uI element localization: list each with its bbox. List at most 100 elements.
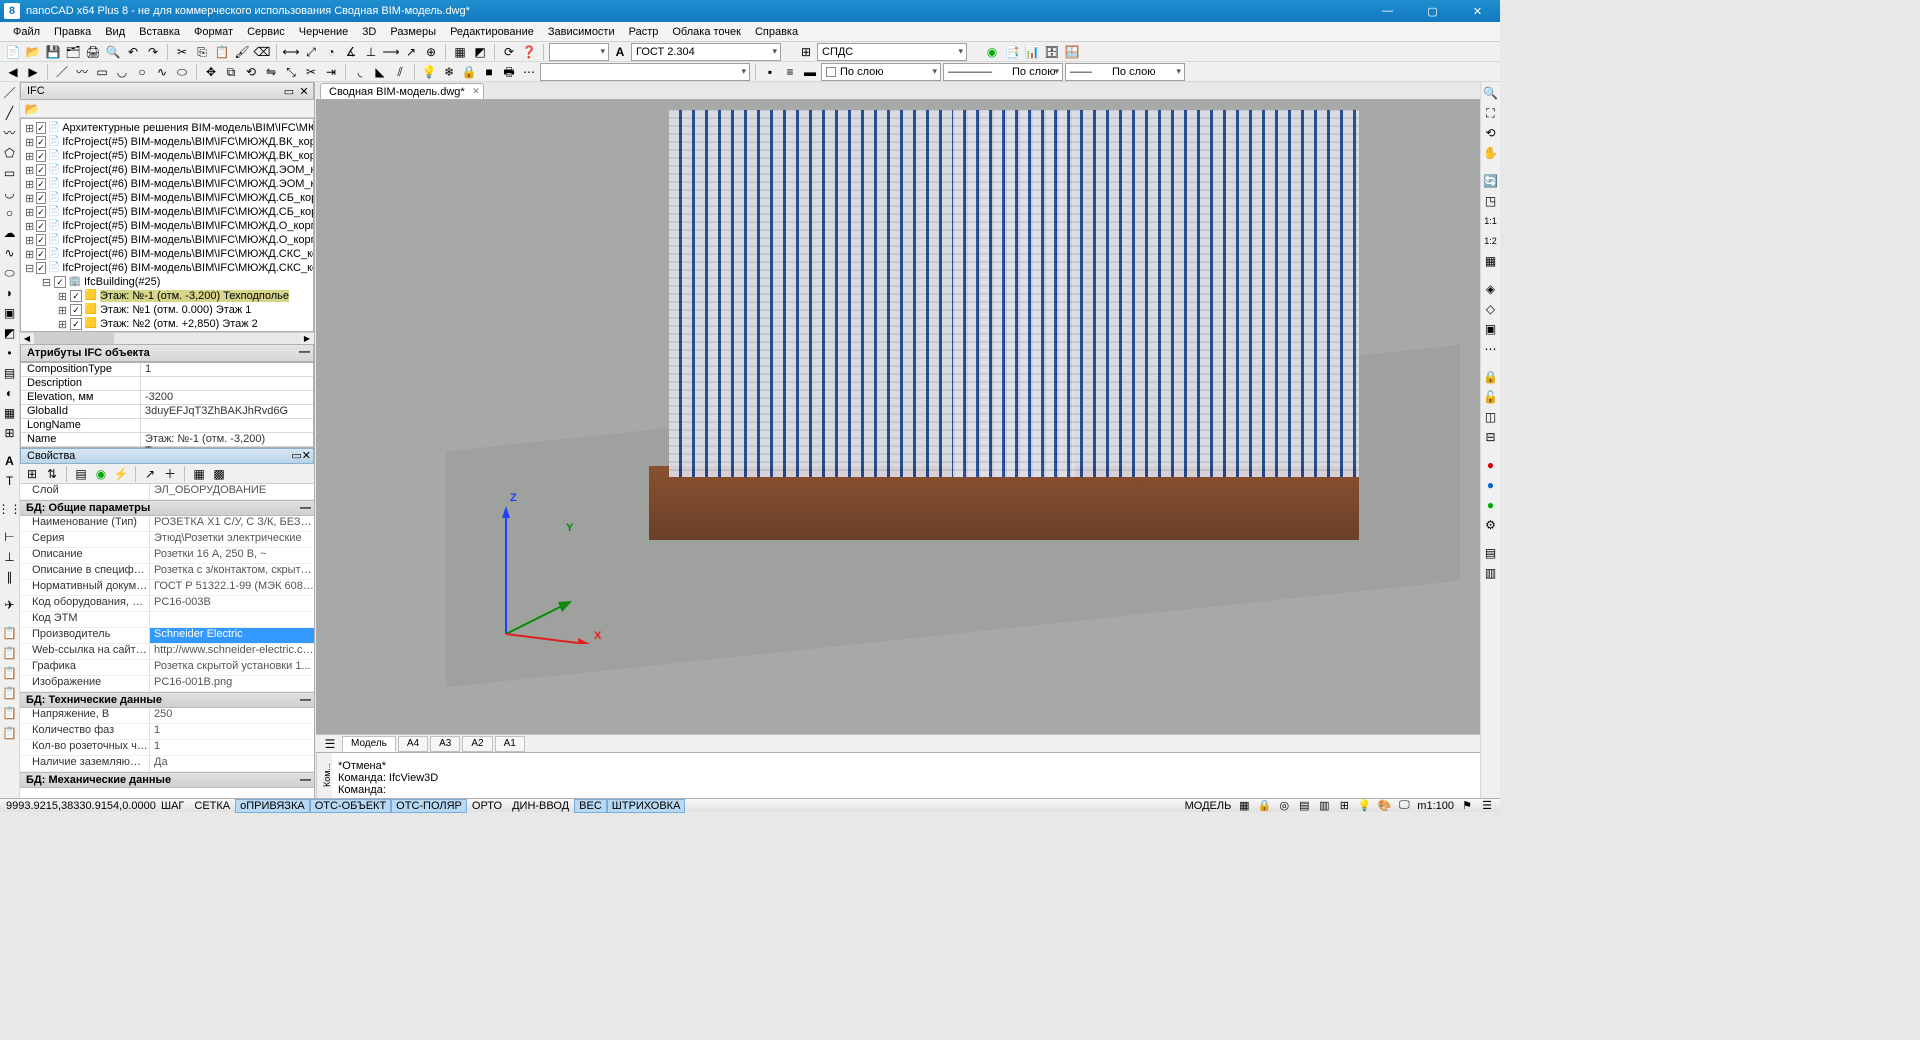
expander-icon[interactable]: ⊟: [25, 262, 34, 275]
status-misc1-icon[interactable]: ▤: [1297, 799, 1311, 813]
block-insert-icon[interactable]: ▦: [451, 43, 469, 61]
circle-icon[interactable]: ○: [133, 63, 151, 81]
tool-pline-icon[interactable]: 〰: [1, 124, 19, 142]
prop-value[interactable]: Schneider Electric: [150, 628, 314, 643]
checkbox[interactable]: ✓: [36, 220, 46, 232]
attr-value[interactable]: 1: [141, 363, 313, 376]
fillet-icon[interactable]: ◟: [351, 63, 369, 81]
menu-3d[interactable]: 3D: [355, 22, 383, 41]
polyline-icon[interactable]: 〰: [73, 63, 91, 81]
status-toggle[interactable]: СЕТКА: [189, 799, 235, 813]
tool-arc-icon[interactable]: ◡: [1, 184, 19, 202]
expander-icon[interactable]: ⊞: [25, 206, 34, 219]
expander-icon[interactable]: ⊟: [41, 276, 52, 289]
tree-scrollbar[interactable]: ◀ ▶: [20, 332, 314, 344]
tree-row[interactable]: ⊞✓📄IfcProject(#5) BIM-модель\BIM\IFC\МЮЖ…: [23, 219, 311, 233]
tool-spline-icon[interactable]: ∿: [1, 244, 19, 262]
prop-value[interactable]: [150, 612, 314, 627]
prop-value[interactable]: Этюд\Розетки электрические: [150, 532, 314, 547]
copy-icon[interactable]: ⎘: [193, 43, 211, 61]
pin-icon[interactable]: ▭: [291, 449, 301, 462]
lineweight-combo[interactable]: ——По слою: [1065, 63, 1185, 81]
status-lock-icon[interactable]: 🔒: [1257, 799, 1271, 813]
spds-icon[interactable]: ⊞: [797, 43, 815, 61]
menu-сервис[interactable]: Сервис: [240, 22, 292, 41]
view-top-icon[interactable]: ◳: [1482, 192, 1500, 210]
expander-icon[interactable]: ⊞: [25, 164, 34, 177]
prop-value[interactable]: Розетка скрытой установки 1...: [150, 660, 314, 675]
view-iso1-icon[interactable]: ◈: [1482, 280, 1500, 298]
status-toggle[interactable]: оПРИВЯЗКА: [235, 799, 310, 813]
view-11-icon[interactable]: 1:1: [1482, 212, 1500, 230]
print-icon[interactable]: 🖨: [84, 43, 102, 61]
prop-value[interactable]: РОЗЕТКА Х1 С/У, С З/К, БЕЗ Ш...: [150, 516, 314, 531]
close-icon[interactable]: ✕: [297, 84, 311, 98]
misc2-icon[interactable]: ▥: [1482, 564, 1500, 582]
close-tab-icon[interactable]: ✕: [472, 86, 480, 97]
new-icon[interactable]: 📄: [4, 43, 22, 61]
rotate-icon[interactable]: ⟲: [242, 63, 260, 81]
scroll-thumb[interactable]: [34, 333, 114, 344]
leader-icon[interactable]: ↗: [402, 43, 420, 61]
expander-icon[interactable]: ⊞: [25, 122, 34, 135]
render-blue-icon[interactable]: ●: [1482, 476, 1500, 494]
expander-icon[interactable]: ⊞: [25, 248, 34, 261]
command-history[interactable]: *Отмена* Команда: IfcView3D Команда:: [332, 753, 1480, 798]
tool-block-icon[interactable]: ◩: [1, 324, 19, 342]
status-toggle[interactable]: ДИН-ВВОД: [507, 799, 574, 813]
menu-облака точек[interactable]: Облака точек: [665, 22, 748, 41]
linetype-icon[interactable]: ≡: [781, 63, 799, 81]
checkbox[interactable]: ✓: [70, 304, 82, 316]
color-combo[interactable]: По слою: [821, 63, 941, 81]
grip-icon[interactable]: ⋮⋮: [1, 500, 19, 518]
checkbox[interactable]: ✓: [36, 234, 46, 246]
checkbox[interactable]: ✓: [36, 262, 46, 274]
zoom-extents-icon[interactable]: ⛶: [1482, 104, 1500, 122]
text-style-combo[interactable]: ГОСТ 2.304: [631, 43, 781, 61]
checkbox[interactable]: ✓: [54, 276, 66, 288]
nav-fwd-icon[interactable]: ▶: [24, 63, 42, 81]
menu-зависимости[interactable]: Зависимости: [541, 22, 622, 41]
layer-combo[interactable]: [540, 63, 750, 81]
dim-linear-icon[interactable]: ⟷: [282, 43, 300, 61]
ellipse-icon[interactable]: ⬭: [173, 63, 191, 81]
document-tab[interactable]: Сводная BIM-модель.dwg* ✕: [320, 83, 484, 99]
tree-row[interactable]: ⊞✓📄IfcProject(#5) BIM-модель\BIM\IFC\МЮЖ…: [23, 149, 311, 163]
section2-icon[interactable]: ⊟: [1482, 428, 1500, 446]
menu-справка[interactable]: Справка: [748, 22, 805, 41]
dim-ordinate-icon[interactable]: ⊥: [362, 43, 380, 61]
offset-icon[interactable]: ⫽: [391, 63, 409, 81]
redo-icon[interactable]: ↷: [144, 43, 162, 61]
render-opt-icon[interactable]: ⚙: [1482, 516, 1500, 534]
match-icon[interactable]: 🖌: [233, 43, 251, 61]
prop-value[interactable]: Розетка с з/контактом, скрыта...: [150, 564, 314, 579]
cut-icon[interactable]: ✂: [173, 43, 191, 61]
tree-row[interactable]: ⊞✓🟨Этаж: №-1 (отм. -3,200) Техподполье: [23, 289, 311, 303]
tool-region-icon[interactable]: ▦: [1, 404, 19, 422]
linetype-combo[interactable]: ————По слою: [943, 63, 1063, 81]
chamfer-icon[interactable]: ◣: [371, 63, 389, 81]
clip1-icon[interactable]: 📋: [1, 624, 19, 642]
view-tab[interactable]: А2: [462, 736, 492, 752]
maximize-button[interactable]: ▢: [1410, 0, 1455, 22]
dim-angular-icon[interactable]: ∡: [342, 43, 360, 61]
tabs-menu-icon[interactable]: ☰: [320, 735, 340, 753]
prop-group-header[interactable]: БД: Механические данные—: [20, 772, 314, 788]
checkbox[interactable]: ✓: [70, 290, 82, 302]
status-toggle[interactable]: ОТС-ОБЪЕКТ: [310, 799, 391, 813]
tool-gradient-icon[interactable]: ◐: [1, 384, 19, 402]
view-iso3-icon[interactable]: ▣: [1482, 320, 1500, 338]
scale-icon[interactable]: ⤡: [282, 63, 300, 81]
pan-icon[interactable]: ✋: [1482, 144, 1500, 162]
prop-value[interactable]: 1: [150, 740, 314, 755]
command-input[interactable]: Команда:: [338, 784, 1474, 796]
nav-back-icon[interactable]: ◀: [4, 63, 22, 81]
saveall-icon[interactable]: 🗂: [64, 43, 82, 61]
expander-icon[interactable]: ⊞: [25, 220, 34, 233]
close-button[interactable]: ✕: [1455, 0, 1500, 22]
ifc-tree[interactable]: ⊞✓📄Архитектурные решения BIM-модель\BIM\…: [20, 118, 314, 332]
tree-row[interactable]: ⊞✓📄IfcProject(#6) BIM-модель\BIM\IFC\МЮЖ…: [23, 177, 311, 191]
view-tab[interactable]: Модель: [342, 736, 396, 752]
menu-черчение[interactable]: Черчение: [292, 22, 356, 41]
constraint2-icon[interactable]: ⊥: [1, 548, 19, 566]
